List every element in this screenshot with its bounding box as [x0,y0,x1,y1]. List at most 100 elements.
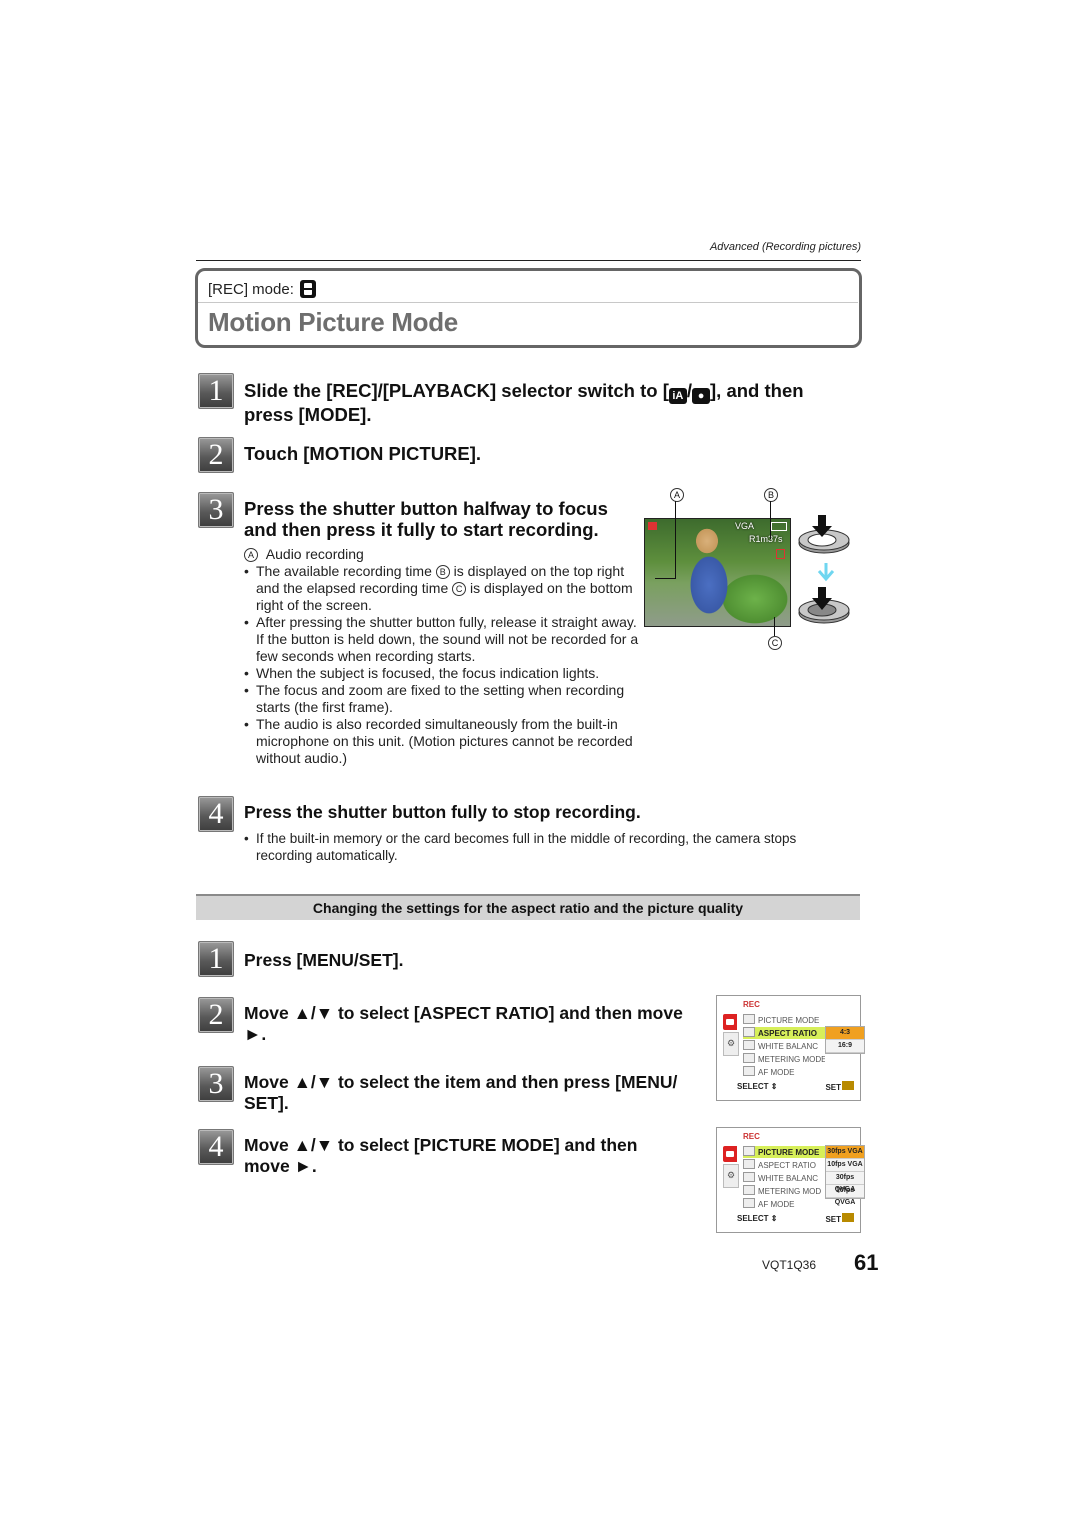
popup-option: 30fps VGA [826,1146,864,1159]
menu-item-picture-mode: PICTURE MODE [743,1146,825,1158]
settings-step-4-text: Move ▲/▼ to select [PICTURE MODE] and th… [244,1135,638,1176]
menu-footer-select: SELECT ⇕ [737,1082,778,1091]
settings-step-number-4: 4 [198,1129,234,1165]
menu-item-label: ASPECT RATIO [758,1161,816,1170]
rec-tab-icon [723,1146,737,1162]
bullet-item: When the subject is focused, the focus i… [244,665,639,682]
motion-picture-icon [299,280,316,298]
menu-item-label: AF MODE [758,1068,795,1077]
setup-tab-icon: ⚙ [723,1032,739,1056]
menu-item-icon [743,1053,755,1063]
settings-step-2-text: Move ▲/▼ to select [ASPECT RATIO] and th… [244,1003,683,1044]
leader-line-b [770,501,771,539]
step-number-3: 3 [198,492,234,528]
leader-line-a [675,501,676,579]
intelligent-auto-icon: iA [668,388,687,404]
camera-lcd-photo: VGA R1m37s [644,518,791,627]
settings-step-1-text: Press [MENU/SET]. [244,950,404,970]
menu-item-white-balance: WHITE BALANC [743,1172,825,1184]
bullet-item: The focus and zoom are fixed to the sett… [244,682,639,716]
menu-item-icon [743,1066,755,1076]
header-rule [196,260,861,261]
figure-callout-b: B [764,488,778,502]
callout-a-text: Audio recording [265,546,364,562]
popup-option: 30fps QVGA [826,1172,864,1193]
menu-item-label: WHITE BALANC [758,1042,819,1051]
camera-icon: ● [692,388,711,404]
select-label: SELECT [737,1214,769,1223]
menu-item-aspect-ratio: ASPECT RATIO [743,1027,825,1039]
settings-step-number-3: 3 [198,1066,234,1102]
leader-line-a-h [655,578,676,579]
popup-option: 16:9 [826,1040,864,1053]
popup-option: 10fps VGA [826,1159,864,1172]
menu-footer-select: SELECT ⇕ [737,1214,778,1223]
picture-mode-popup: 30fps VGA 10fps VGA 30fps QVGA 10fps QVG… [825,1145,865,1206]
section-heading: Changing the settings for the aspect rat… [196,894,860,920]
menu-item-icon [743,1146,755,1156]
menu-item-af-mode: AF MODE [743,1198,825,1210]
bullet-item: If the built-in memory or the card becom… [244,830,854,864]
setup-tab-icon: ⚙ [723,1164,739,1188]
popup-option: 10fps QVGA [826,1185,864,1206]
menu-item-icon [743,1040,755,1050]
menu-item-picture-mode: PICTURE MODE [743,1014,825,1026]
menu-item-label: METERING MOD [758,1187,822,1196]
battery-icon [771,522,787,531]
menu-item-label: PICTURE MODE [758,1016,820,1025]
set-label: SET [825,1215,841,1224]
bullet-item: The audio is also recorded simultaneousl… [244,716,639,767]
osd-remaining-time: R1m37s [749,534,783,544]
motion-mode-osd-icon [648,522,657,530]
menu-item-label: AF MODE [758,1200,795,1209]
step-number-4: 4 [198,796,234,832]
shutter-illustration [798,515,850,624]
step-1-text-a: Slide the [REC]/[PLAYBACK] selector swit… [244,380,669,401]
settings-step-number-2: 2 [198,997,234,1033]
shutter-half-press-icon [798,515,850,554]
step-3-details: A Audio recording The available recordin… [244,546,639,767]
figure-callout-c: C [768,636,782,650]
bullet-item: After pressing the shutter button fully,… [244,614,639,665]
callout-b-marker: B [435,565,450,579]
menu-item-label: METERING MODE [758,1055,825,1064]
menu-set-icon [842,1081,854,1090]
step-number-2: 2 [198,437,234,473]
menu-header: REC [743,1000,760,1009]
select-label: SELECT [737,1082,769,1091]
rec-mode-label: [REC] mode: [208,280,294,298]
page-title: Motion Picture Mode [208,307,458,337]
callout-a-marker: A [244,548,258,562]
step-4-text: Press the shutter button fully to stop r… [244,802,641,822]
bullet-text: The available recording time [256,563,436,579]
step-3-bullets: The available recording time B is displa… [244,563,639,767]
set-label: SET [825,1083,841,1092]
aspect-ratio-popup: 4:3 16:9 [825,1026,865,1054]
running-head: Advanced (Recording pictures) [709,241,861,253]
document-code: VQT1Q36 [762,1258,817,1272]
menu-item-label: PICTURE MODE [758,1148,820,1157]
callout-c-marker: C [452,582,467,596]
settings-step-3-text: Move ▲/▼ to select the item and then pre… [244,1072,678,1113]
callout-a-caption: A Audio recording [244,546,639,563]
menu-item-icon [743,1027,755,1037]
menu-item-icon [743,1014,755,1024]
popup-option: 4:3 [826,1027,864,1040]
step-2-text: Touch [MOTION PICTURE]. [244,443,482,464]
page-number: 61 [854,1250,879,1275]
menu-footer-set: SET [825,1213,854,1224]
menu-item-white-balance: WHITE BALANC [743,1040,825,1052]
menu-item-metering-mode: METERING MODE [743,1053,825,1065]
step-3-text: Press the shutter button halfway to focu… [244,498,608,540]
step-1-text: Slide the [REC]/[PLAYBACK] selector swit… [244,380,844,425]
menu-item-icon [743,1185,755,1195]
menu-item-icon [743,1159,755,1169]
rec-mode-line: [REC] mode: [208,280,316,298]
menu-header: REC [743,1132,760,1141]
shutter-full-press-icon [798,587,850,624]
osd-quality: VGA [735,521,755,531]
rec-tab-icon [723,1014,737,1030]
menu-footer-set: SET [825,1081,854,1092]
step-4-bullets: If the built-in memory or the card becom… [244,830,854,864]
menu-item-metering-mode: METERING MOD [743,1185,825,1197]
